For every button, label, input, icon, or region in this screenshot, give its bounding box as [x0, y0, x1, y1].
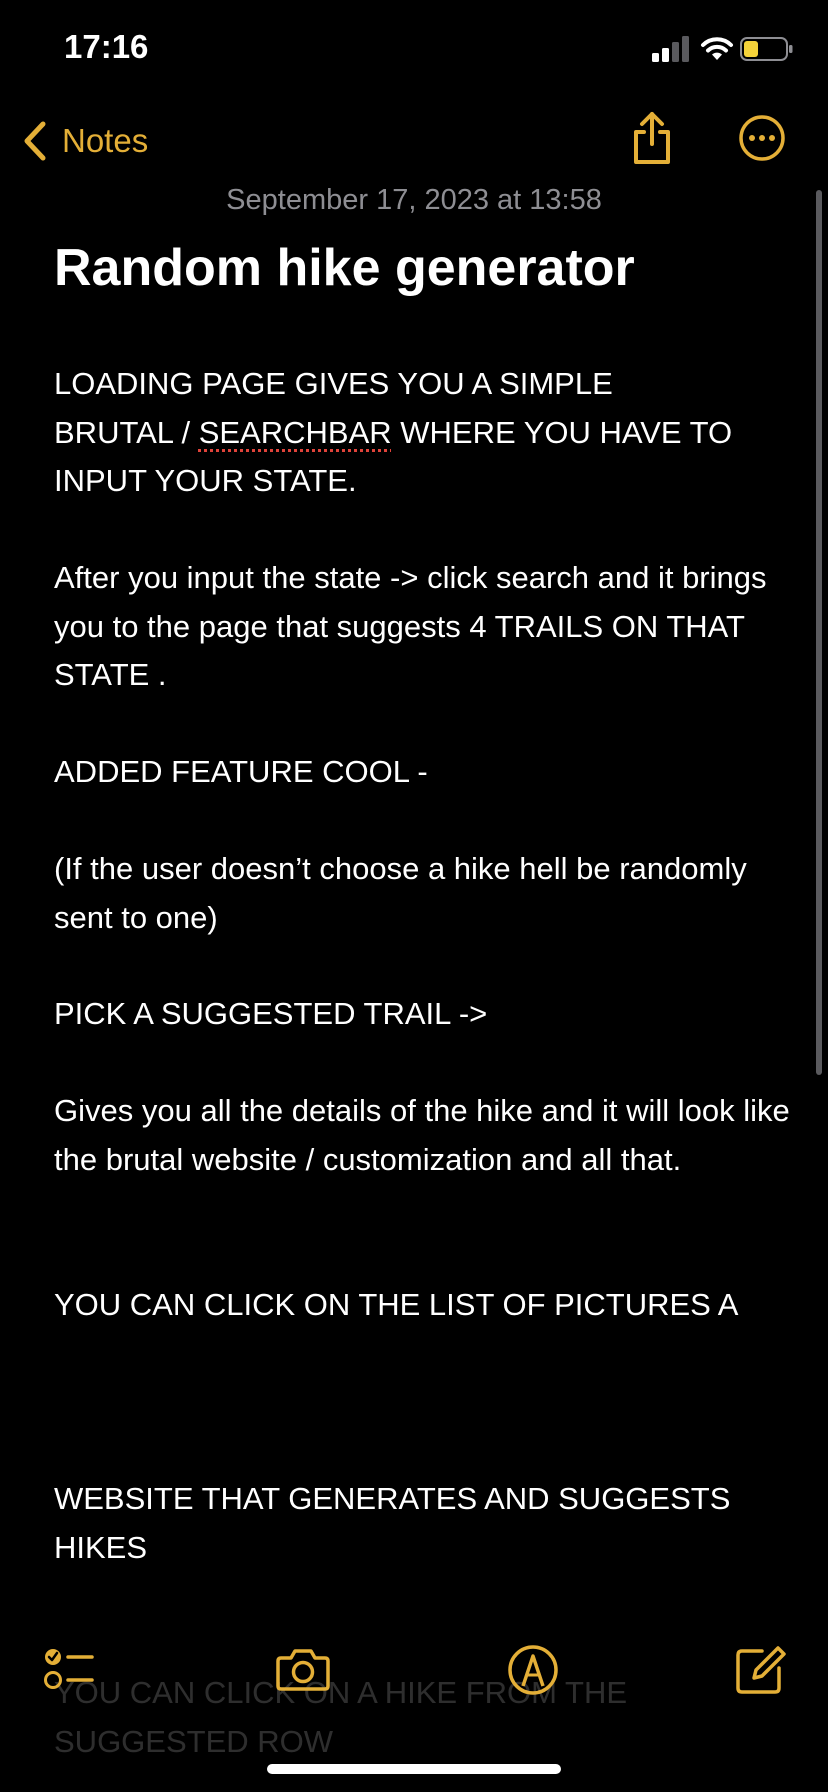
share-icon[interactable]: [628, 110, 676, 166]
battery-icon: [740, 37, 793, 61]
back-button[interactable]: Notes: [22, 116, 148, 166]
note-text: BRUTAL /: [54, 414, 199, 450]
note-line: LOADING PAGE GIVES YOU A SIMPLE: [54, 366, 613, 401]
note-paragraph-3[interactable]: ADDED FEATURE COOL -: [54, 748, 794, 797]
note-line: INPUT YOUR STATE.: [54, 463, 357, 498]
bottom-toolbar: [0, 1640, 828, 1720]
note-paragraph-2[interactable]: After you input the state -> click searc…: [54, 554, 794, 700]
note-date: September 17, 2023 at 13:58: [226, 184, 602, 216]
checklist-icon[interactable]: [40, 1640, 100, 1700]
note-paragraph-6[interactable]: Gives you all the details of the hike an…: [54, 1087, 794, 1184]
nav-bar: Notes: [0, 110, 828, 174]
compose-icon[interactable]: [730, 1640, 790, 1700]
ellipsis-circle-icon[interactable]: [738, 114, 786, 162]
cellular-signal-icon: [652, 36, 689, 62]
status-bar: 17:16: [0, 0, 828, 100]
home-indicator[interactable]: [267, 1764, 561, 1774]
note-paragraph-5[interactable]: PICK A SUGGESTED TRAIL ->: [54, 990, 794, 1039]
camera-icon[interactable]: [273, 1640, 333, 1700]
note-paragraph-1[interactable]: LOADING PAGE GIVES YOU A SIMPLE BRUTAL /…: [54, 360, 794, 506]
back-button-label: Notes: [62, 122, 149, 159]
scroll-indicator[interactable]: [816, 190, 822, 1075]
markup-pen-icon[interactable]: [503, 1640, 563, 1700]
chevron-left-icon: [24, 121, 46, 161]
note-paragraph-7[interactable]: YOU CAN CLICK ON THE LIST OF PICTURES A: [54, 1281, 794, 1330]
note-text: WHERE YOU HAVE TO: [391, 414, 733, 450]
note-title[interactable]: Random hike generator: [54, 238, 794, 298]
status-time: 17:16: [64, 28, 149, 65]
note-paragraph-4[interactable]: (If the user doesn’t choose a hike hell …: [54, 845, 794, 942]
misspelled-word[interactable]: SEARCHBAR: [199, 415, 392, 450]
note-paragraph-8[interactable]: WEBSITE THAT GENERATES AND SUGGESTS HIKE…: [54, 1475, 794, 1572]
wifi-icon: [701, 37, 733, 60]
